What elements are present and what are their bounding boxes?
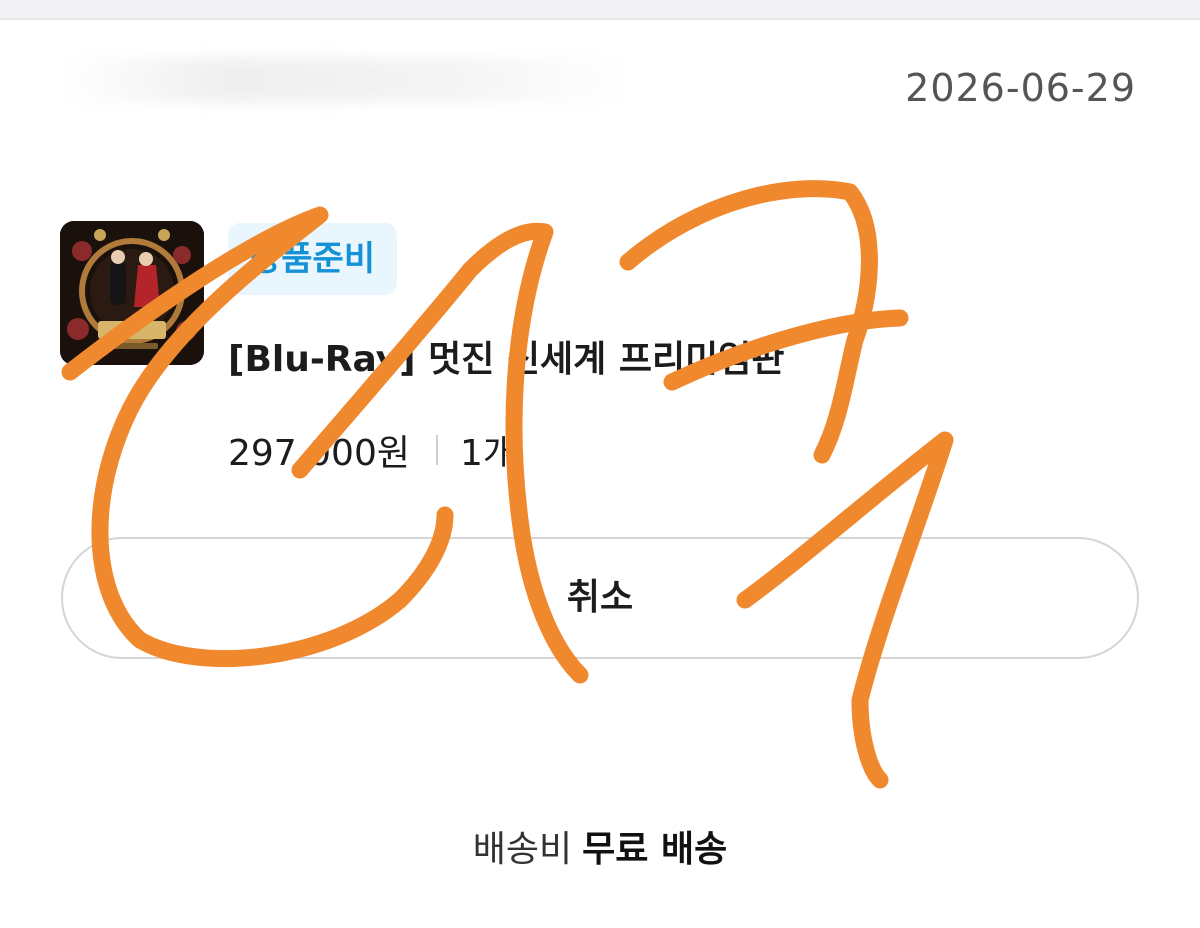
scribble-stroke-3 — [619, 180, 878, 464]
product-thumbnail[interactable] — [60, 221, 204, 365]
handwritten-scribble-overlay — [61, 180, 954, 789]
product-title[interactable]: [Blu-Ray] 멋진 신세계 프리미엄판 — [228, 330, 784, 382]
product-quantity: 1개 — [460, 433, 517, 474]
order-detail-page: 2026-06-29 상품준비 [Blu-Ray] 멋진 신세계 프리미엄판 2… — [0, 0, 1200, 928]
order-date: 2026-06-29 — [905, 66, 1136, 110]
status-badge: 상품준비 — [228, 223, 398, 295]
product-thumbnail-icon — [60, 221, 204, 365]
price-divider — [436, 435, 438, 465]
product-price: 297,000원 — [228, 433, 410, 474]
price-quantity-line: 297,000원 1개 — [228, 424, 516, 476]
shipping-label: 배송비 — [472, 829, 573, 870]
top-strip — [0, 0, 1200, 20]
cancel-button[interactable]: 취소 — [61, 537, 1139, 659]
shipping-value: 무료 배송 — [582, 829, 728, 870]
blurred-order-header — [60, 58, 630, 102]
shipping-info: 배송비 무료 배송 — [0, 820, 1200, 872]
